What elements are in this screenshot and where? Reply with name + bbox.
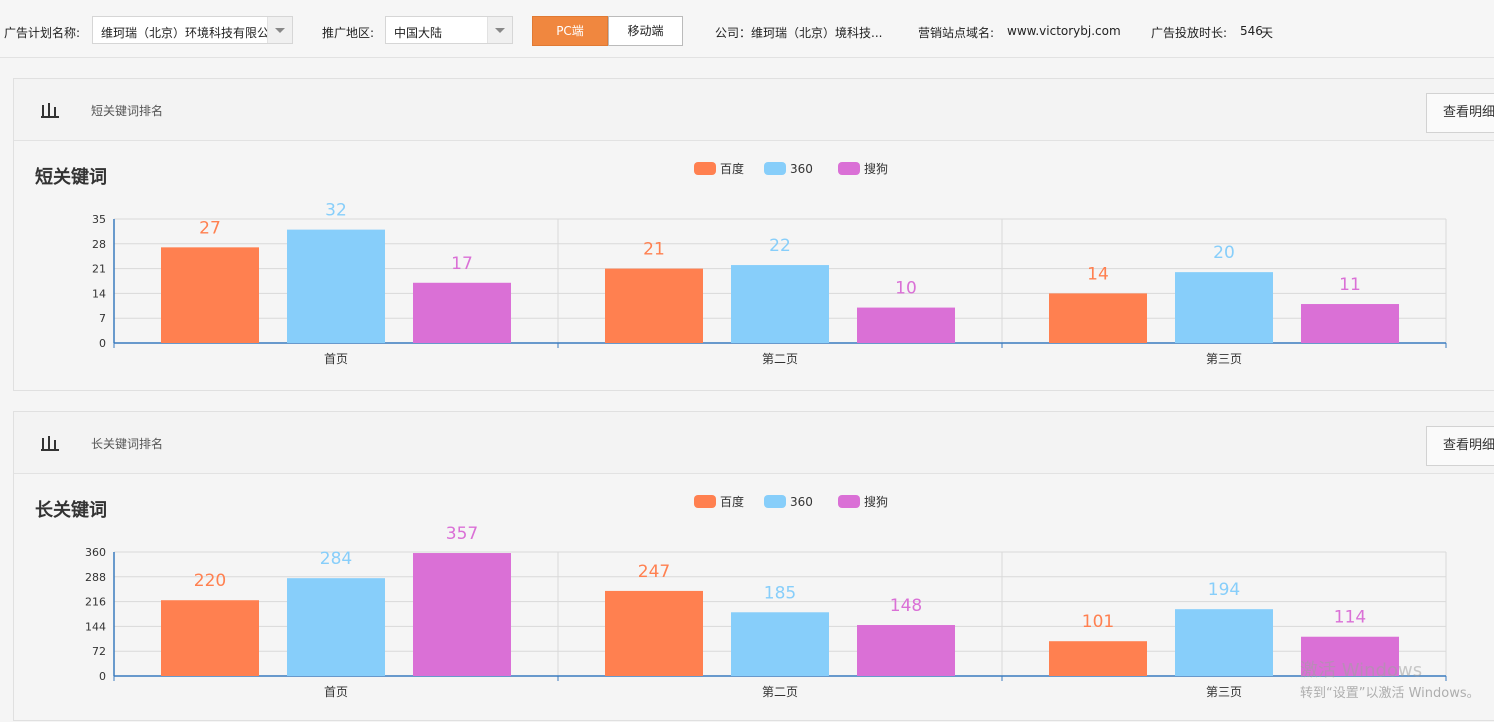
data-label: 10 [895,279,917,299]
legend-label: 百度 [720,494,744,509]
region-select-value: 中国大陆 [394,26,443,40]
chevron-down-icon[interactable] [267,17,292,43]
long-keyword-panel: 长关键词排名 查看明细 长关键词 百度 360 搜狗 0 72 144 216 288 360 2… [13,411,1494,721]
bar [413,282,511,343]
y-tick-label: 288 [85,571,106,584]
y-tick-label: 72 [92,645,106,658]
y-tick-label: 0 [99,670,106,683]
bar [161,247,259,343]
bar [1175,272,1273,343]
data-label: 101 [1082,612,1114,632]
data-label: 185 [764,583,796,603]
chevron-down-icon[interactable] [487,17,512,43]
duration-label: 广告投放时长: [1151,26,1228,40]
x-tick-label: 第三页 [1206,685,1242,699]
legend-swatch [694,162,716,175]
bar [605,590,703,676]
y-tick-label: 144 [85,620,106,633]
y-tick-label: 360 [85,546,106,559]
legend-label: 百度 [720,161,744,176]
legend-swatch [764,495,786,508]
y-tick-label: 7 [99,312,106,325]
data-label: 20 [1213,243,1235,263]
data-label: 247 [638,562,670,582]
company-text: 公司：维珂瑞（北京）境科技... [715,26,883,40]
data-label: 357 [446,524,478,544]
short-keyword-panel: 短关键词排名 查看明细 短关键词 百度 360 搜狗 0 7 14 21 28 35 27 32 17… [13,78,1494,391]
legend-label: 360 [790,495,813,509]
bar [161,600,259,676]
y-tick-label: 21 [92,263,106,276]
long-keyword-chart: 百度 360 搜狗 0 72 144 216 288 360 220 284 357 首页 247 185 1… [85,494,1447,699]
x-tick-label: 第三页 [1206,352,1242,366]
y-tick-label: 35 [92,213,106,226]
bar [605,268,703,343]
short-keyword-chart: 百度 360 搜狗 0 7 14 21 28 35 27 32 17 首页 21 22 10 第二页 14 20 11… [92,161,1447,366]
data-label: 114 [1334,608,1366,628]
data-label: 27 [199,218,221,238]
data-label: 22 [769,236,791,256]
legend-swatch [764,162,786,175]
x-tick-label: 第二页 [762,352,798,366]
y-tick-label: 14 [92,287,106,300]
data-label: 32 [325,201,347,221]
legend-swatch [838,495,860,508]
site-link[interactable]: www.victorybj.com [1007,24,1121,38]
legend-swatch [838,162,860,175]
x-tick-label: 首页 [324,352,348,366]
data-label: 11 [1339,275,1361,295]
x-tick-label: 首页 [324,685,348,699]
region-select[interactable]: 中国大陆 [385,16,513,44]
bar [287,229,385,343]
data-label: 284 [320,549,352,569]
data-label: 220 [194,571,226,591]
bar [1049,293,1147,343]
region-label: 推广地区: [322,26,375,40]
data-label: 17 [451,254,473,274]
bar [1301,304,1399,343]
bar [1175,609,1273,676]
bar [287,578,385,676]
bar [731,612,829,676]
legend-label: 搜狗 [864,494,888,509]
bar [857,625,955,676]
plan-select[interactable]: 维珂瑞（北京）环境科技有限公 [92,16,293,44]
mobile-toggle-button[interactable]: 移动端 [608,16,683,46]
legend-label: 360 [790,162,813,176]
legend-label: 搜狗 [864,161,888,176]
windows-watermark-title: 激活 Windows [1300,660,1423,681]
duration-value: 546 [1240,24,1263,38]
data-label: 194 [1208,580,1240,600]
pc-toggle-button[interactable]: PC端 [532,16,608,46]
legend-swatch [694,495,716,508]
x-tick-label: 第二页 [762,685,798,699]
bar [857,307,955,343]
y-tick-label: 28 [92,238,106,251]
y-tick-label: 0 [99,337,106,350]
filter-bar: 广告计划名称: 维珂瑞（北京）环境科技有限公 推广地区: 中国大陆 PC端 移动… [0,0,1494,58]
plan-select-value: 维珂瑞（北京）环境科技有限公 [101,26,267,40]
bar [413,553,511,676]
bar [731,265,829,343]
windows-watermark-subtitle: 转到“设置”以激活 Windows。 [1300,686,1480,701]
plan-label: 广告计划名称: [4,26,81,40]
duration-unit: 天 [1261,26,1274,40]
y-tick-label: 216 [85,596,106,609]
data-label: 148 [890,596,922,616]
bar [1049,641,1147,676]
data-label: 14 [1087,264,1109,284]
data-label: 21 [643,240,665,260]
site-label: 营销站点域名: [918,26,995,40]
